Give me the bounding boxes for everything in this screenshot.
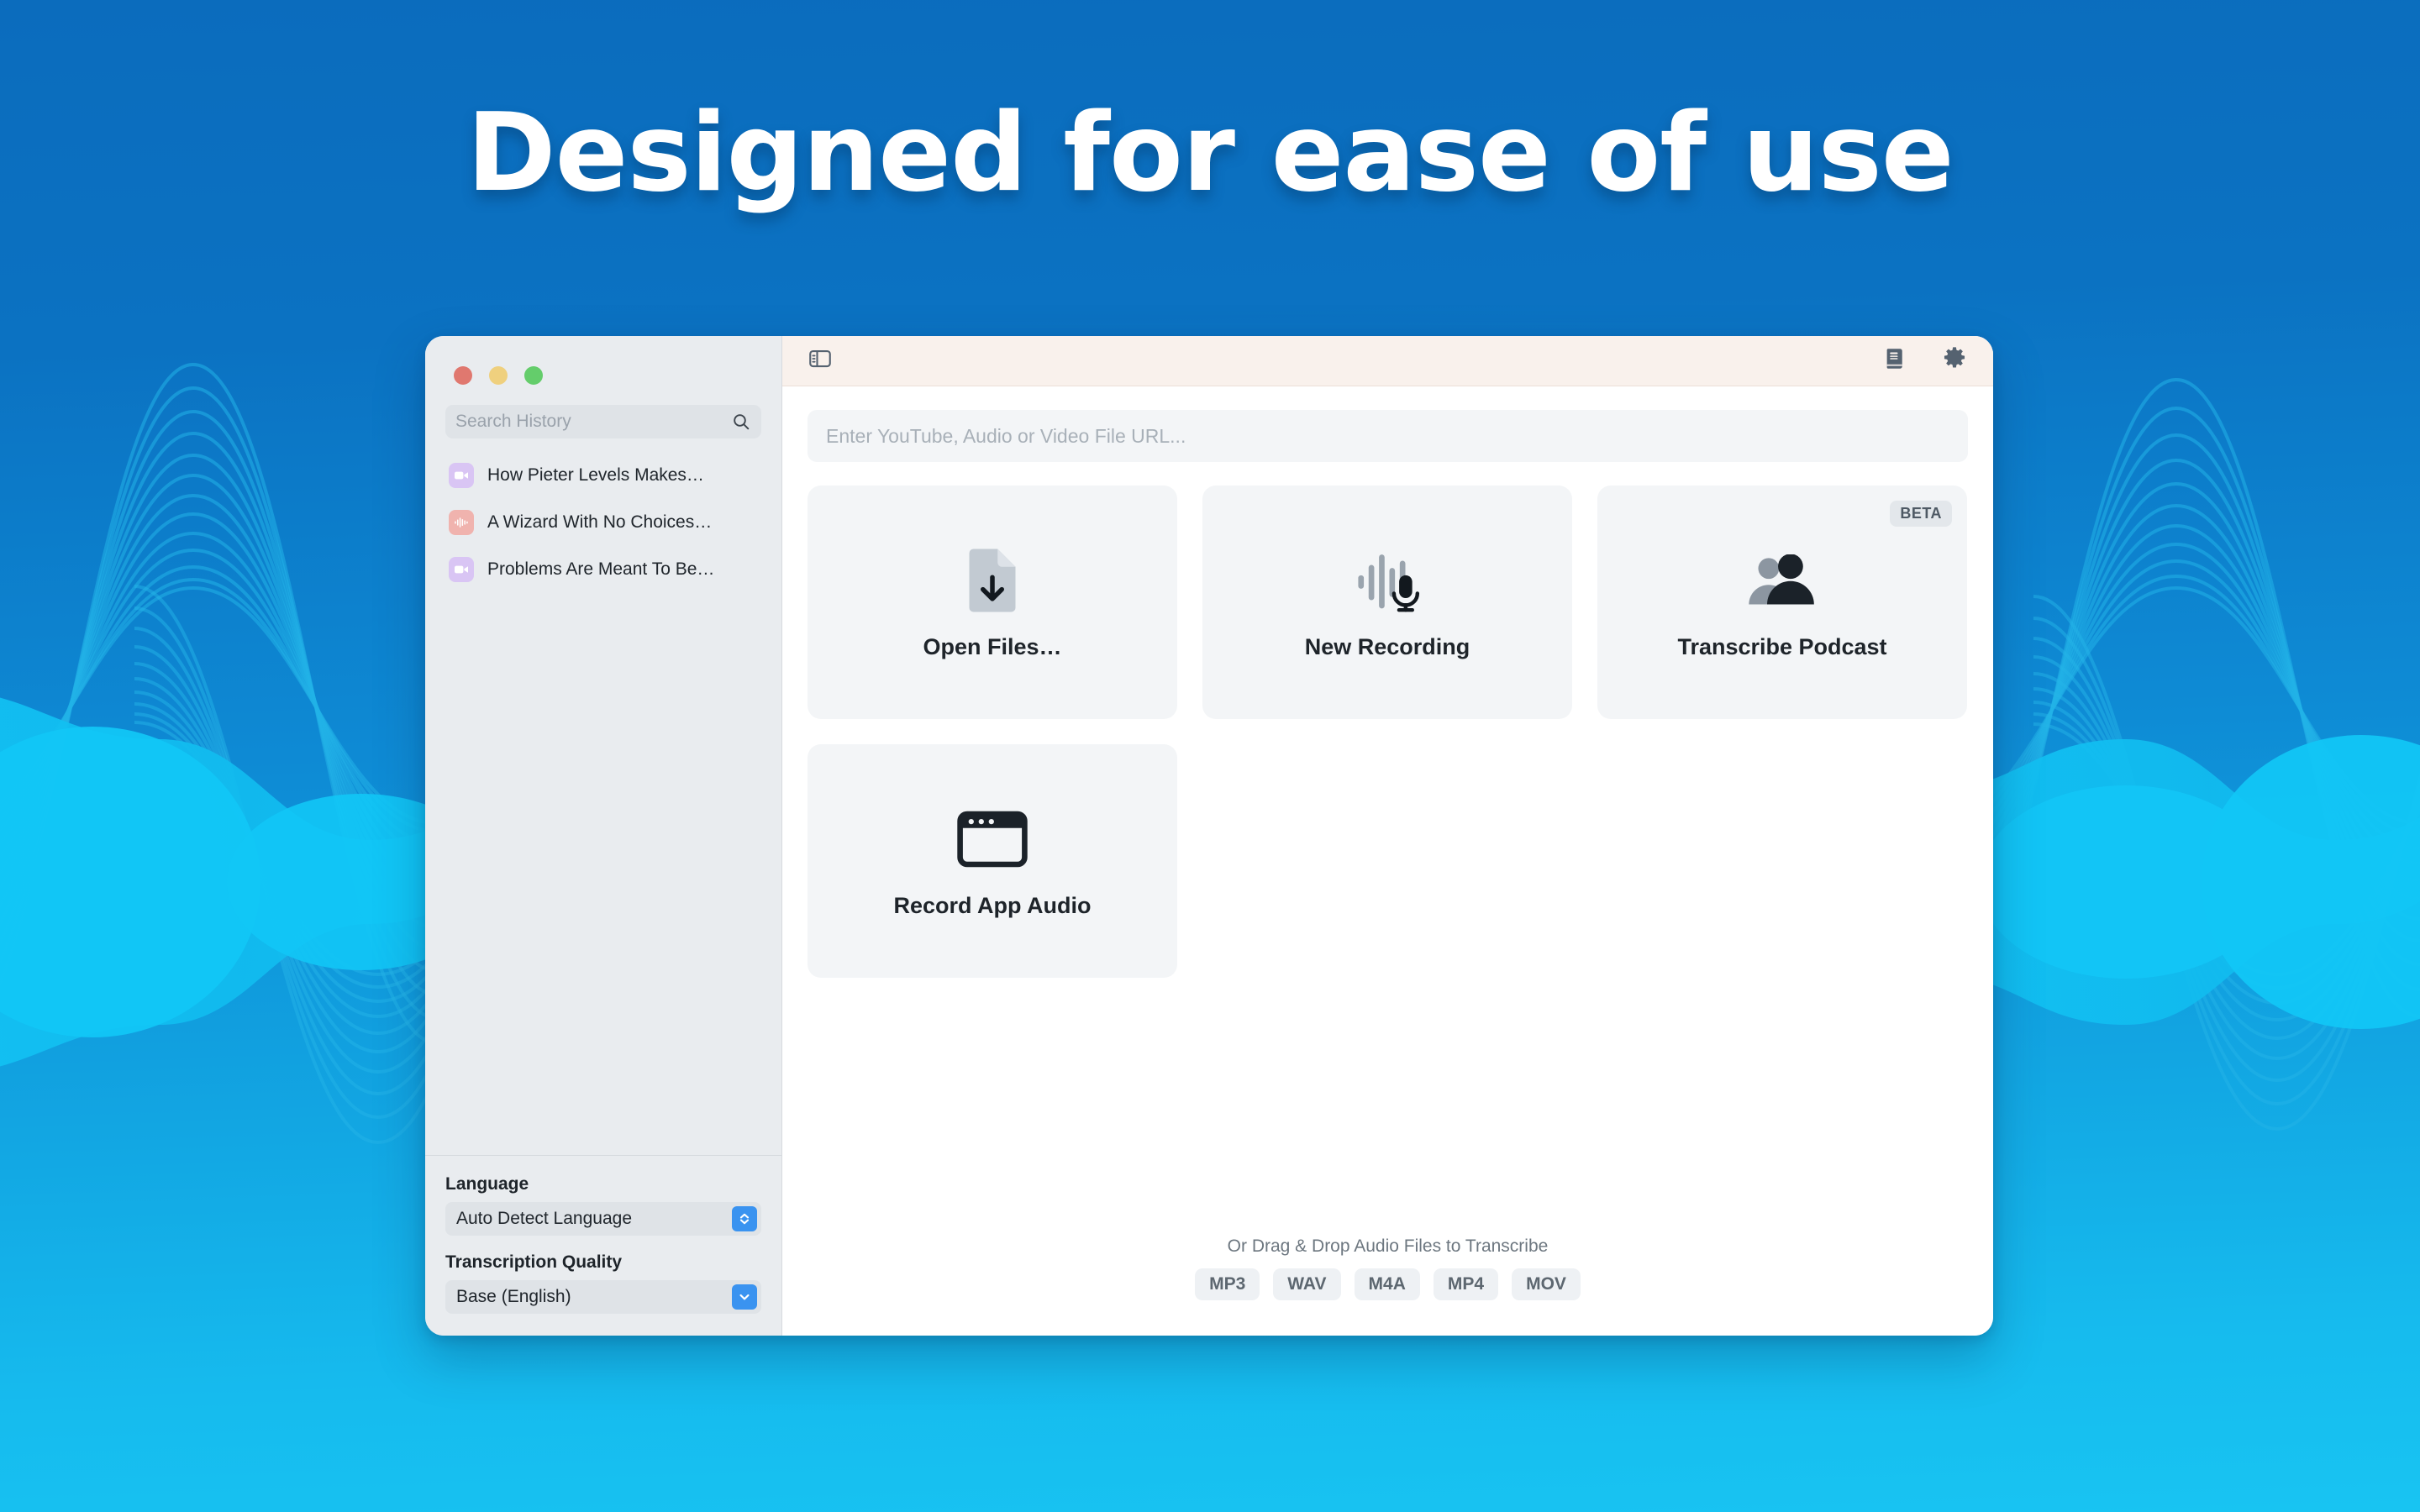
quality-value: Base (English)	[456, 1287, 571, 1307]
list-item[interactable]: Problems Are Meant To Be…	[440, 546, 766, 593]
format-chip: MOV	[1512, 1268, 1581, 1300]
list-item-label: A Wizard With No Choices…	[487, 512, 712, 533]
video-camera-icon	[449, 557, 474, 582]
new-recording-card[interactable]: New Recording	[1202, 486, 1572, 719]
search-history-container: Search History	[425, 385, 781, 438]
book-icon[interactable]	[1882, 346, 1907, 375]
quality-select[interactable]: Base (English)	[445, 1280, 761, 1314]
file-download-icon	[965, 545, 1020, 616]
chevron-up-down-icon[interactable]	[732, 1206, 757, 1231]
app-window-icon	[957, 804, 1028, 874]
format-chip: MP4	[1434, 1268, 1498, 1300]
format-chips: MP3 WAV M4A MP4 MOV	[1195, 1268, 1581, 1300]
format-chip: WAV	[1273, 1268, 1340, 1300]
list-item[interactable]: A Wizard With No Choices…	[440, 499, 766, 546]
two-people-icon	[1744, 545, 1820, 616]
url-input[interactable]: Enter YouTube, Audio or Video File URL..…	[808, 410, 1968, 462]
quality-label: Transcription Quality	[445, 1252, 761, 1273]
video-camera-icon	[449, 463, 474, 488]
transcribe-podcast-card[interactable]: BETA	[1597, 486, 1967, 719]
card-label: Record App Audio	[894, 893, 1092, 919]
sidebar-toggle-icon[interactable]	[808, 346, 833, 375]
search-icon	[731, 412, 751, 436]
url-input-placeholder: Enter YouTube, Audio or Video File URL..…	[826, 425, 1186, 448]
card-label: Transcribe Podcast	[1677, 634, 1886, 660]
language-select[interactable]: Auto Detect Language	[445, 1202, 761, 1236]
list-item-label: Problems Are Meant To Be…	[487, 559, 714, 580]
record-app-audio-card[interactable]: Record App Audio	[808, 744, 1177, 978]
close-button[interactable]	[454, 366, 472, 385]
waveform-icon	[449, 510, 474, 535]
dropzone-text: Or Drag & Drop Audio Files to Transcribe	[1228, 1236, 1549, 1257]
page-title: Designed for ease of use	[0, 91, 2420, 216]
traffic-lights	[425, 336, 781, 385]
chevron-down-icon[interactable]	[732, 1284, 757, 1310]
sidebar-spacer	[425, 593, 781, 1155]
minimize-button[interactable]	[489, 366, 508, 385]
gear-icon[interactable]	[1941, 345, 1968, 376]
language-value: Auto Detect Language	[456, 1209, 632, 1229]
toolbar	[782, 336, 1993, 386]
zoom-button[interactable]	[524, 366, 543, 385]
list-item-label: How Pieter Levels Makes…	[487, 465, 704, 486]
microphone-waveform-icon	[1352, 545, 1423, 616]
action-cards: Open Files…	[808, 486, 1968, 978]
search-placeholder: Search History	[455, 412, 571, 432]
list-item[interactable]: How Pieter Levels Makes…	[440, 452, 766, 499]
dropzone[interactable]: Or Drag & Drop Audio Files to Transcribe…	[808, 1236, 1968, 1336]
open-files-card[interactable]: Open Files…	[808, 486, 1177, 719]
format-chip: MP3	[1195, 1268, 1260, 1300]
format-chip: M4A	[1355, 1268, 1420, 1300]
history-list: How Pieter Levels Makes… A Wizard	[425, 438, 781, 593]
card-label: Open Files…	[923, 634, 1061, 660]
search-input[interactable]: Search History	[445, 405, 761, 438]
main-panel: Enter YouTube, Audio or Video File URL..…	[782, 386, 1993, 1336]
app-window: Search History	[425, 336, 1993, 1336]
language-label: Language	[445, 1174, 761, 1194]
status-badge: BETA	[1890, 501, 1952, 527]
content-area: Enter YouTube, Audio or Video File URL..…	[782, 336, 1993, 1336]
promo-screenshot: Designed for ease of use Search History	[0, 0, 2420, 1512]
sidebar: Search History	[425, 336, 782, 1336]
card-label: New Recording	[1305, 634, 1470, 660]
sidebar-settings: Language Auto Detect Language Transcript…	[425, 1155, 781, 1336]
